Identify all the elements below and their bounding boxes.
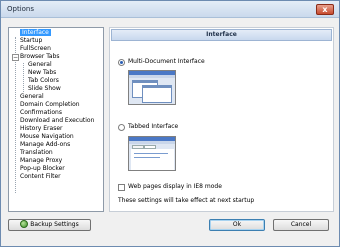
tabbed-radio[interactable] <box>118 124 125 131</box>
tree-item-content-filter[interactable]: Content Filter <box>20 173 61 181</box>
mdi-preview-image <box>128 70 176 105</box>
tree-item-translation[interactable]: Translation <box>20 149 53 157</box>
tree-item-history-eraser[interactable]: History Eraser <box>20 125 62 133</box>
close-button[interactable]: x <box>316 4 334 15</box>
tree-item-manage-proxy[interactable]: Manage Proxy <box>20 157 62 165</box>
tree-item-startup[interactable]: Startup <box>20 37 42 45</box>
ie8-mode-checkbox[interactable] <box>118 184 125 191</box>
tree-item-fullscreen[interactable]: FullScreen <box>20 45 51 53</box>
tree-item-domain-completion[interactable]: Domain Completion <box>20 101 80 109</box>
tree-item-general[interactable]: General <box>20 93 44 101</box>
close-icon: x <box>322 5 328 14</box>
tree-guide-line-sub <box>23 63 24 92</box>
ok-button[interactable]: Ok <box>209 219 265 231</box>
tree-item-mouse-navigation[interactable]: Mouse Navigation <box>20 133 74 141</box>
startup-note: These settings will take effect at next … <box>118 197 255 204</box>
title-bar[interactable]: Options x <box>1 1 339 18</box>
backup-icon <box>20 220 29 228</box>
mdi-radio[interactable] <box>118 59 125 66</box>
tree-item-popup-blocker[interactable]: Pop-up Blocker <box>20 165 65 173</box>
options-tree[interactable]: Interface Startup FullScreen − Browser T… <box>8 27 104 212</box>
tabbed-preview-image <box>128 136 176 171</box>
window-title: Options <box>7 5 35 13</box>
tree-item-new-tabs[interactable]: New Tabs <box>28 69 56 77</box>
options-window: Options x Interface Startup FullScreen −… <box>0 0 340 247</box>
tree-item-general-tabs[interactable]: General <box>28 61 52 69</box>
settings-panel: Interface Multi-Document Interface Tabbe… <box>109 27 334 212</box>
tree-item-manage-addons[interactable]: Manage Add-ons <box>20 141 70 149</box>
tree-item-slide-show[interactable]: Slide Show <box>28 85 61 93</box>
tabbed-label[interactable]: Tabbed Interface <box>128 123 178 131</box>
tree-item-tab-colors[interactable]: Tab Colors <box>28 77 59 85</box>
cancel-button[interactable]: Cancel <box>273 219 329 231</box>
ie8-mode-label[interactable]: Web pages display in IE8 mode <box>128 183 222 191</box>
tree-item-download-execution[interactable]: Download and Execution <box>20 117 94 125</box>
tree-item-interface[interactable]: Interface <box>20 29 51 37</box>
collapse-icon[interactable]: − <box>12 54 19 61</box>
mdi-label[interactable]: Multi-Document Interface <box>128 58 205 66</box>
tree-item-confirmations[interactable]: Confirmations <box>20 109 62 117</box>
tree-item-browser-tabs[interactable]: Browser Tabs <box>20 53 60 61</box>
panel-header: Interface <box>111 29 332 41</box>
backup-settings-button[interactable]: Backup Settings <box>8 219 91 231</box>
